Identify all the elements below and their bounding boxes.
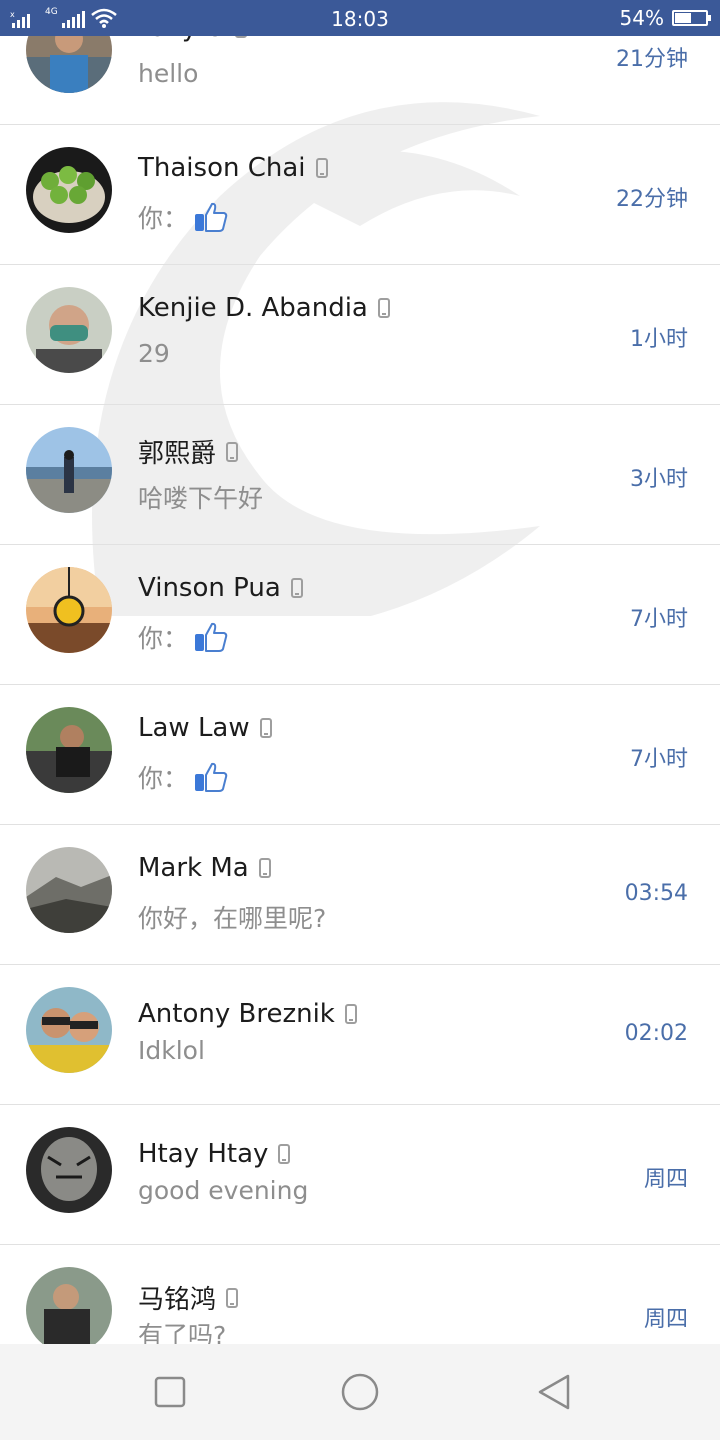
- message-text: Idklol: [138, 1036, 205, 1065]
- message-text: 你好，在哪里呢?: [138, 904, 327, 933]
- avatar[interactable]: [26, 987, 112, 1073]
- mobile-device-icon: [290, 578, 303, 598]
- navigation-bar: [0, 1344, 720, 1440]
- conversation-row[interactable]: Antony Breznik Idklol 02:02: [0, 965, 720, 1105]
- message-time: 周四: [643, 1307, 688, 1332]
- message-preview: 你：: [138, 759, 228, 795]
- status-bar: x 4G 18:03 54%: [0, 0, 720, 36]
- recents-icon[interactable]: [150, 1372, 190, 1412]
- avatar[interactable]: [26, 427, 112, 513]
- message-text: 你：: [138, 764, 189, 793]
- conversation-row[interactable]: Kenjie D. Abandia 29 1小时: [0, 265, 720, 405]
- message-time: 7小时: [630, 747, 688, 772]
- conversation-row[interactable]: 郭熙爵哈喽下午好 3小时: [0, 405, 720, 545]
- message-time: 21分钟: [616, 47, 688, 72]
- avatar[interactable]: [26, 147, 112, 233]
- contact-name: Vinson Pua: [138, 573, 281, 603]
- mobile-device-icon: [344, 1004, 357, 1024]
- message-time: 3小时: [630, 467, 688, 492]
- mobile-device-icon: [226, 441, 239, 462]
- message-preview: 29: [138, 339, 170, 368]
- contact-name: Mark Ma: [138, 853, 249, 883]
- message-text: 29: [138, 339, 170, 368]
- avatar[interactable]: [26, 707, 112, 793]
- conversation-row[interactable]: Mark Ma 你好，在哪里呢? 03:54: [0, 825, 720, 965]
- thumbs-up-icon: [195, 202, 228, 232]
- avatar[interactable]: [26, 36, 112, 93]
- message-preview: 你：: [138, 619, 228, 655]
- message-time: 周四: [643, 1167, 688, 1192]
- contact-name: Kenjie D. Abandia: [138, 293, 368, 323]
- conversation-row[interactable]: Tony U hello 21分钟: [0, 36, 720, 125]
- contact-name: 郭熙爵: [138, 439, 217, 469]
- message-text: 你：: [138, 624, 189, 653]
- contact-name: Antony Breznik: [138, 999, 335, 1029]
- message-time: 02:02: [624, 1021, 688, 1046]
- thumbs-up-icon: [195, 762, 228, 792]
- message-preview: hello: [138, 59, 198, 88]
- contact-name: Law Law: [138, 713, 250, 743]
- mobile-device-icon: [258, 858, 271, 878]
- message-text: 你：: [138, 204, 189, 233]
- avatar[interactable]: [26, 287, 112, 373]
- mobile-device-icon: [377, 298, 390, 318]
- message-time: 1小时: [630, 327, 688, 352]
- battery-level: [675, 13, 692, 23]
- message-time: 22分钟: [616, 187, 688, 212]
- home-icon[interactable]: [340, 1372, 380, 1412]
- mobile-device-icon: [226, 1287, 239, 1308]
- conversation-row[interactable]: Htay Htay good evening 周四: [0, 1105, 720, 1245]
- message-preview: 你：: [138, 199, 228, 235]
- message-preview: 哈喽下午好: [138, 479, 263, 515]
- message-text: good evening: [138, 1176, 309, 1205]
- message-text: 哈喽下午好: [138, 484, 264, 513]
- conversation-row[interactable]: Thaison Chai 你： 22分钟: [0, 125, 720, 265]
- mobile-device-icon: [315, 158, 328, 178]
- battery-icon: [672, 10, 711, 26]
- conversation-row[interactable]: Vinson Pua 你： 7小时: [0, 545, 720, 685]
- avatar[interactable]: [26, 847, 112, 933]
- contact-name: Tony U: [138, 36, 225, 43]
- contact-name: Htay Htay: [138, 1139, 269, 1169]
- conversation-row[interactable]: Law Law 你： 7小时: [0, 685, 720, 825]
- contact-name: Thaison Chai: [138, 153, 306, 183]
- message-time: 03:54: [624, 881, 688, 906]
- avatar[interactable]: [26, 1267, 112, 1344]
- message-preview: good evening: [138, 1176, 308, 1205]
- mobile-device-icon: [278, 1144, 291, 1164]
- message-text: 有了吗?: [138, 1321, 227, 1344]
- mobile-device-icon: [234, 36, 247, 38]
- message-time: 7小时: [630, 607, 688, 632]
- conversation-row[interactable]: 马铭鸿有了吗? 周四: [0, 1245, 720, 1344]
- back-icon[interactable]: [534, 1372, 574, 1412]
- message-preview: 有了吗?: [138, 1316, 226, 1344]
- battery-percent: 54%: [619, 6, 664, 30]
- avatar[interactable]: [26, 1127, 112, 1213]
- message-preview: Idklol: [138, 1036, 205, 1065]
- message-preview: 你好，在哪里呢?: [138, 899, 326, 935]
- contact-name: 马铭鸿: [138, 1285, 217, 1315]
- conversation-list[interactable]: Tony U hello 21分钟 Thaison Chai 你： 22分钟 Kenjie …: [0, 36, 720, 1344]
- thumbs-up-icon: [195, 622, 228, 652]
- mobile-device-icon: [259, 718, 272, 738]
- avatar[interactable]: [26, 567, 112, 653]
- clock: 18:03: [331, 7, 389, 31]
- message-text: hello: [138, 59, 199, 88]
